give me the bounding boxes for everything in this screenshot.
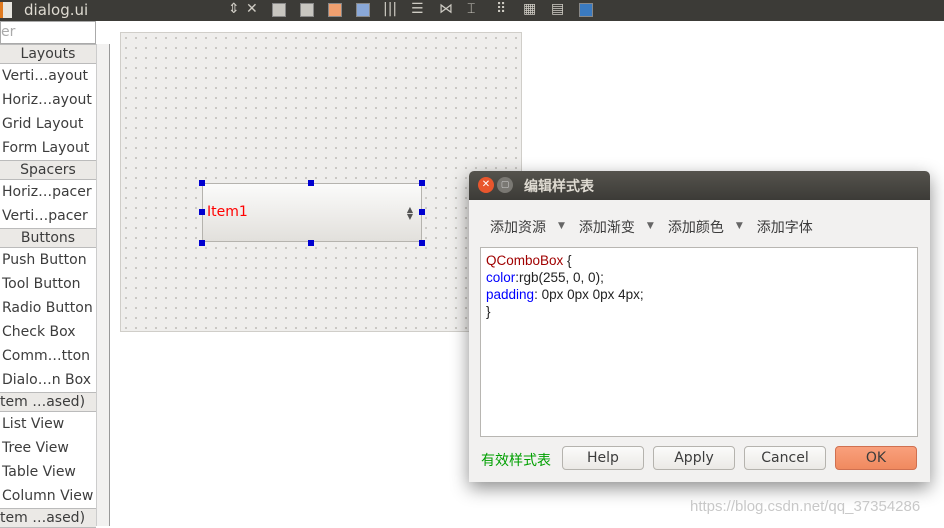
- adjust-size-icon[interactable]: [579, 3, 593, 17]
- dropdown-arrow-icon[interactable]: ▼: [736, 217, 743, 237]
- updown-icon[interactable]: ⇕: [228, 1, 240, 17]
- toolbar: 添加资源 ▼ 添加渐变 ▼ 添加颜色 ▼ 添加字体: [490, 217, 825, 237]
- watermark: https://blog.csdn.net/qq_37354286: [690, 498, 921, 515]
- form-canvas[interactable]: [120, 32, 522, 332]
- code-brace: {: [563, 253, 572, 268]
- code-value: : 0px 0px 0px 4px;: [534, 287, 644, 302]
- widget-item[interactable]: Form Layout: [0, 136, 96, 160]
- layout-v-splitter-icon[interactable]: ⌶: [467, 1, 475, 17]
- category-header[interactable]: Buttons: [0, 228, 96, 248]
- resize-handle[interactable]: [199, 240, 205, 246]
- combo-box[interactable]: Item1 ▲ ▼: [202, 183, 422, 242]
- resize-handle[interactable]: [199, 180, 205, 186]
- code-property: color: [486, 270, 516, 285]
- updown-arrow-icon: ▲ ▼: [406, 205, 413, 221]
- code-selector: QComboBox: [486, 253, 564, 268]
- widget-item[interactable]: Horiz…pacer: [0, 180, 96, 204]
- code-property: padding: [486, 287, 535, 302]
- widget-item[interactable]: Column View: [0, 484, 96, 508]
- edit-buddies-icon[interactable]: [328, 3, 342, 17]
- add-color-button[interactable]: 添加颜色: [668, 217, 724, 237]
- widget-item[interactable]: Tree View: [0, 436, 96, 460]
- ok-button[interactable]: OK: [835, 446, 917, 470]
- layout-form-icon[interactable]: ⠿: [496, 1, 506, 17]
- widget-box: Layouts Verti…ayout Horiz…ayout Grid Layout…: [0, 44, 96, 528]
- resize-handle[interactable]: [419, 180, 425, 186]
- close-icon[interactable]: ✕: [246, 1, 258, 17]
- widget-item[interactable]: Dialo…n Box: [0, 368, 96, 392]
- window-title: dialog.ui: [24, 1, 89, 19]
- resize-handle[interactable]: [419, 240, 425, 246]
- add-font-button[interactable]: 添加字体: [757, 217, 813, 237]
- code-brace: }: [486, 304, 491, 319]
- layout-h-splitter-icon[interactable]: ⋈: [439, 1, 453, 17]
- dropdown-arrow-icon[interactable]: ▼: [647, 217, 654, 237]
- combo-text: Item1: [207, 204, 248, 220]
- maximize-icon[interactable]: ▢: [497, 177, 513, 193]
- widget-item[interactable]: Check Box: [0, 320, 96, 344]
- apply-button[interactable]: Apply: [653, 446, 735, 470]
- widget-item[interactable]: Grid Layout: [0, 112, 96, 136]
- layout-grid-icon[interactable]: ▦: [523, 1, 536, 17]
- widget-item[interactable]: Push Button: [0, 248, 96, 272]
- resize-handle[interactable]: [419, 209, 425, 215]
- widget-item[interactable]: Radio Button: [0, 296, 96, 320]
- filter-input[interactable]: er: [0, 21, 96, 44]
- category-header[interactable]: tem …ased): [0, 392, 96, 412]
- category-header[interactable]: Spacers: [0, 160, 96, 180]
- add-resource-button[interactable]: 添加资源: [490, 217, 546, 237]
- add-gradient-button[interactable]: 添加渐变: [579, 217, 635, 237]
- layout-vertical-icon[interactable]: ☰: [411, 1, 424, 17]
- category-header[interactable]: tem …ased): [0, 508, 96, 528]
- widget-item[interactable]: Verti…ayout: [0, 64, 96, 88]
- resize-handle[interactable]: [308, 240, 314, 246]
- category-header[interactable]: Layouts: [0, 44, 96, 64]
- widget-item[interactable]: List View: [0, 412, 96, 436]
- splitter-handle[interactable]: [96, 44, 110, 526]
- validity-status: 有效样式表: [481, 453, 551, 469]
- dialog-title: 编辑样式表: [524, 179, 594, 195]
- layout-horizontal-icon[interactable]: |||: [383, 1, 397, 17]
- file-edit-icon: [0, 2, 12, 18]
- edit-widgets-icon[interactable]: [272, 3, 286, 17]
- dropdown-arrow-icon[interactable]: ▼: [558, 217, 565, 237]
- break-layout-icon[interactable]: ▤: [551, 1, 564, 17]
- edit-signals-icon[interactable]: [300, 3, 314, 17]
- resize-handle[interactable]: [199, 209, 205, 215]
- dialog-title-bar: ✕ ▢ 编辑样式表: [469, 171, 930, 200]
- cancel-button[interactable]: Cancel: [744, 446, 826, 470]
- help-button[interactable]: Help: [562, 446, 644, 470]
- edit-tab-order-icon[interactable]: [356, 3, 370, 17]
- widget-item[interactable]: Verti…pacer: [0, 204, 96, 228]
- edit-stylesheet-dialog: ✕ ▢ 编辑样式表 添加资源 ▼ 添加渐变 ▼ 添加颜色 ▼ 添加字体 QComboB…: [469, 171, 930, 482]
- resize-handle[interactable]: [308, 180, 314, 186]
- widget-item[interactable]: Table View: [0, 460, 96, 484]
- widget-item[interactable]: Horiz…ayout: [0, 88, 96, 112]
- widget-item[interactable]: Comm…tton: [0, 344, 96, 368]
- close-icon[interactable]: ✕: [478, 177, 494, 193]
- stylesheet-editor[interactable]: QComboBox { color:rgb(255, 0, 0); paddin…: [480, 247, 918, 437]
- title-bar: dialog.ui ⇕ ✕ ||| ☰ ⋈ ⌶ ⠿ ▦ ▤: [0, 0, 944, 21]
- widget-item[interactable]: Tool Button: [0, 272, 96, 296]
- code-value: :rgb(255, 0, 0);: [515, 270, 604, 285]
